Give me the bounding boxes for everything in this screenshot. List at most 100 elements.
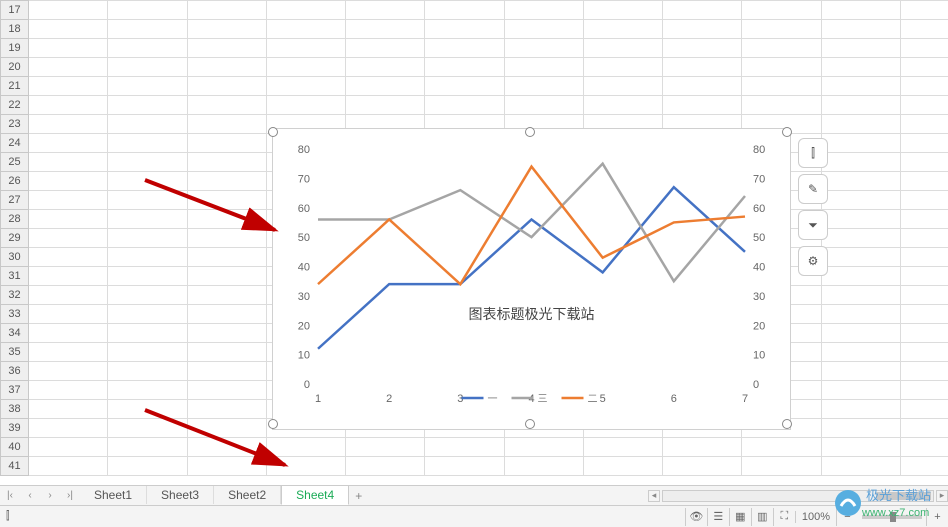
cell[interactable] bbox=[900, 153, 948, 172]
cell[interactable] bbox=[821, 191, 900, 210]
cell[interactable] bbox=[108, 362, 187, 381]
view-fullscreen-icon[interactable]: ⛶ bbox=[773, 508, 795, 526]
cell[interactable] bbox=[583, 39, 662, 58]
cell[interactable] bbox=[187, 172, 266, 191]
row-header[interactable]: 30 bbox=[1, 248, 29, 267]
cell[interactable] bbox=[29, 1, 108, 20]
cell[interactable] bbox=[821, 419, 900, 438]
cell[interactable] bbox=[108, 248, 187, 267]
cell[interactable] bbox=[821, 39, 900, 58]
cell[interactable] bbox=[266, 1, 345, 20]
row-header[interactable]: 34 bbox=[1, 324, 29, 343]
cell[interactable] bbox=[108, 20, 187, 39]
cell[interactable] bbox=[821, 305, 900, 324]
cell[interactable] bbox=[29, 362, 108, 381]
cell[interactable] bbox=[29, 96, 108, 115]
zoom-level[interactable]: 100% bbox=[795, 511, 836, 523]
cell[interactable] bbox=[821, 400, 900, 419]
cell[interactable] bbox=[29, 457, 108, 476]
chart-elements-icon[interactable]: ⫿ bbox=[798, 138, 828, 168]
chart-object[interactable]: 0010102020303040405050606070708080123456… bbox=[272, 128, 791, 430]
cell[interactable] bbox=[663, 1, 742, 20]
cell[interactable] bbox=[266, 58, 345, 77]
cell[interactable] bbox=[29, 210, 108, 229]
cell[interactable] bbox=[108, 343, 187, 362]
cell[interactable] bbox=[108, 153, 187, 172]
cell[interactable] bbox=[187, 343, 266, 362]
cell[interactable] bbox=[346, 1, 425, 20]
cell[interactable] bbox=[583, 1, 662, 20]
cell[interactable] bbox=[187, 134, 266, 153]
cell[interactable] bbox=[663, 39, 742, 58]
cell[interactable] bbox=[821, 20, 900, 39]
cell[interactable] bbox=[900, 115, 948, 134]
cell[interactable] bbox=[187, 39, 266, 58]
cell[interactable] bbox=[425, 96, 504, 115]
cell[interactable] bbox=[821, 153, 900, 172]
cell[interactable] bbox=[742, 96, 821, 115]
cell[interactable] bbox=[29, 134, 108, 153]
cell[interactable] bbox=[900, 134, 948, 153]
resize-handle-ne[interactable] bbox=[782, 127, 792, 137]
cell[interactable] bbox=[900, 381, 948, 400]
cell[interactable] bbox=[900, 58, 948, 77]
cell[interactable] bbox=[108, 191, 187, 210]
add-sheet-button[interactable]: + bbox=[349, 489, 367, 503]
cell[interactable] bbox=[742, 438, 821, 457]
cell[interactable] bbox=[583, 77, 662, 96]
cell[interactable] bbox=[187, 457, 266, 476]
cell[interactable] bbox=[187, 324, 266, 343]
cell[interactable] bbox=[900, 343, 948, 362]
cell[interactable] bbox=[900, 267, 948, 286]
cell[interactable] bbox=[742, 39, 821, 58]
cell[interactable] bbox=[108, 229, 187, 248]
cell[interactable] bbox=[900, 305, 948, 324]
cell[interactable] bbox=[29, 286, 108, 305]
cell[interactable] bbox=[108, 134, 187, 153]
row-header[interactable]: 41 bbox=[1, 457, 29, 476]
cell[interactable] bbox=[187, 229, 266, 248]
cell[interactable] bbox=[821, 1, 900, 20]
cell[interactable] bbox=[504, 1, 583, 20]
cell[interactable] bbox=[900, 210, 948, 229]
cell[interactable] bbox=[504, 457, 583, 476]
cell[interactable] bbox=[821, 210, 900, 229]
cell[interactable] bbox=[663, 438, 742, 457]
hscroll-left[interactable]: ◂ bbox=[648, 490, 660, 502]
row-header[interactable]: 29 bbox=[1, 229, 29, 248]
view-page-layout-icon[interactable]: ▥ bbox=[751, 508, 773, 526]
cell[interactable] bbox=[29, 419, 108, 438]
resize-handle-n[interactable] bbox=[525, 127, 535, 137]
cell[interactable] bbox=[29, 172, 108, 191]
cell[interactable] bbox=[29, 400, 108, 419]
cell[interactable] bbox=[266, 438, 345, 457]
cell[interactable] bbox=[821, 248, 900, 267]
chart-filter-icon[interactable]: ⏷ bbox=[798, 210, 828, 240]
cell[interactable] bbox=[583, 96, 662, 115]
cell[interactable] bbox=[29, 39, 108, 58]
cell[interactable] bbox=[504, 58, 583, 77]
cell[interactable] bbox=[821, 343, 900, 362]
cell[interactable] bbox=[108, 438, 187, 457]
row-header[interactable]: 24 bbox=[1, 134, 29, 153]
cell[interactable] bbox=[187, 210, 266, 229]
cell[interactable] bbox=[663, 457, 742, 476]
cell[interactable] bbox=[108, 96, 187, 115]
cell[interactable] bbox=[900, 438, 948, 457]
resize-handle-nw[interactable] bbox=[268, 127, 278, 137]
sheet-nav-last[interactable]: ›| bbox=[61, 487, 79, 505]
cell[interactable] bbox=[583, 58, 662, 77]
sheet-nav-next[interactable]: › bbox=[41, 487, 59, 505]
cell[interactable] bbox=[29, 229, 108, 248]
cell[interactable] bbox=[346, 438, 425, 457]
cell[interactable] bbox=[821, 96, 900, 115]
cell[interactable] bbox=[663, 20, 742, 39]
cell[interactable] bbox=[900, 248, 948, 267]
cell[interactable] bbox=[187, 305, 266, 324]
sheet-tab-sheet3[interactable]: Sheet3 bbox=[147, 486, 214, 504]
chart-styles-icon[interactable]: ✎ bbox=[798, 174, 828, 204]
cell[interactable] bbox=[742, 58, 821, 77]
cell[interactable] bbox=[900, 286, 948, 305]
row-header[interactable]: 31 bbox=[1, 267, 29, 286]
cell[interactable] bbox=[663, 58, 742, 77]
